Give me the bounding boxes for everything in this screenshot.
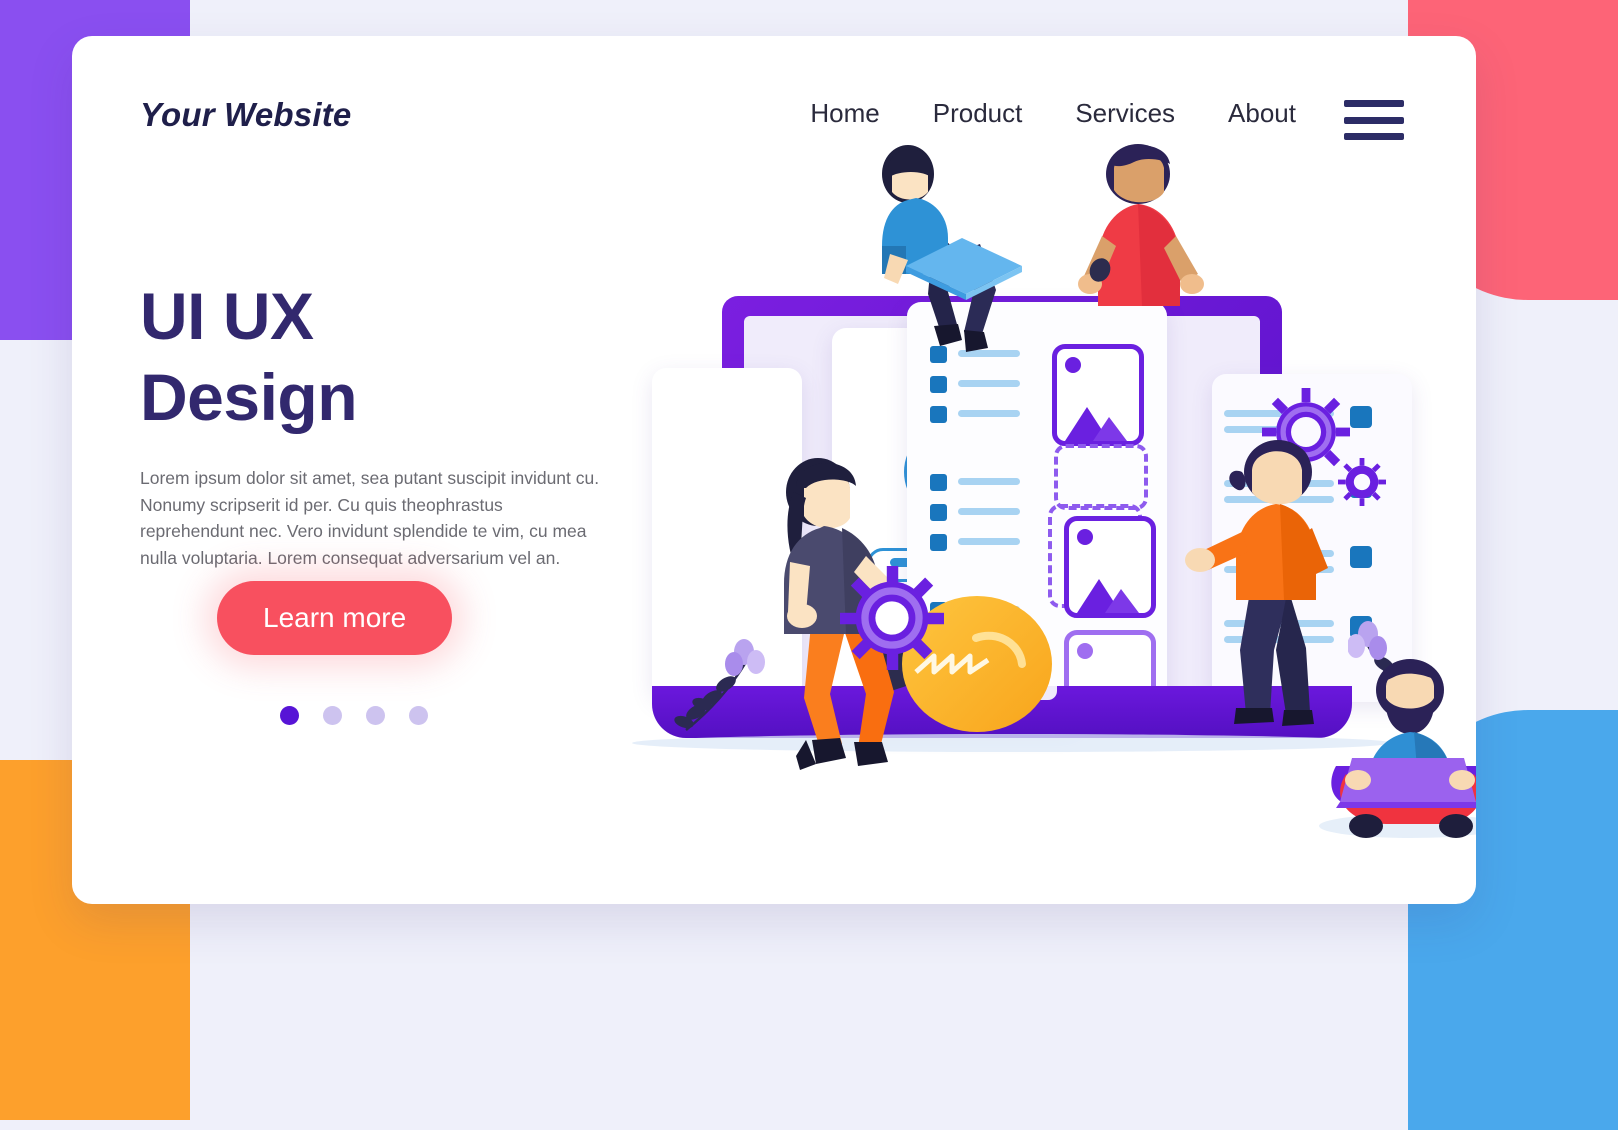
image-dropzone-1[interactable] (1054, 444, 1148, 510)
person-woman-on-laptop (882, 145, 1022, 352)
page-title: UI UX Design (140, 276, 660, 437)
landing-page-card: Your Website Home Product Services About… (72, 36, 1476, 904)
checklist-line-4 (958, 478, 1020, 485)
carousel-dot-2[interactable] (323, 706, 342, 725)
learn-more-button[interactable]: Learn more (217, 581, 453, 655)
image-card-2-dot (1077, 529, 1093, 545)
site-logo[interactable]: Your Website (140, 96, 351, 134)
laptop-ground-shadow (632, 734, 1392, 752)
checklist-line-6 (958, 538, 1020, 545)
checklist-line-5 (958, 508, 1020, 515)
hero-illustration: ***** (612, 106, 1476, 846)
carousel-dots (280, 706, 428, 725)
image-card-2[interactable] (1064, 516, 1156, 618)
page-title-line1: UI UX (140, 279, 314, 353)
page-title-line2: Design (140, 359, 358, 434)
image-card-3-dot (1077, 643, 1093, 659)
checkbox-2[interactable] (930, 376, 947, 393)
gear-held-icon (840, 566, 944, 670)
image-card-2-mountain-icon (1077, 579, 1139, 613)
page-stage: Your Website Home Product Services About… (0, 0, 1618, 1130)
person-bearded-man-sitting (1319, 659, 1476, 838)
cta-wrapper: Learn more (217, 581, 453, 655)
carousel-dot-3[interactable] (366, 706, 385, 725)
hero-description: Lorem ipsum dolor sit amet, sea putant s… (140, 468, 600, 568)
person-man-red-shirt (1078, 144, 1204, 306)
checklist-line-2 (958, 380, 1020, 387)
checklist-line-3 (958, 410, 1020, 417)
image-card-1-mountain-icon (1065, 407, 1127, 441)
hero-copy: UI UX Design Lorem ipsum dolor sit amet,… (140, 276, 660, 571)
carousel-dot-4[interactable] (409, 706, 428, 725)
carousel-dot-1[interactable] (280, 706, 299, 725)
right-square-1 (1350, 406, 1372, 428)
checkbox-3[interactable] (930, 406, 947, 423)
